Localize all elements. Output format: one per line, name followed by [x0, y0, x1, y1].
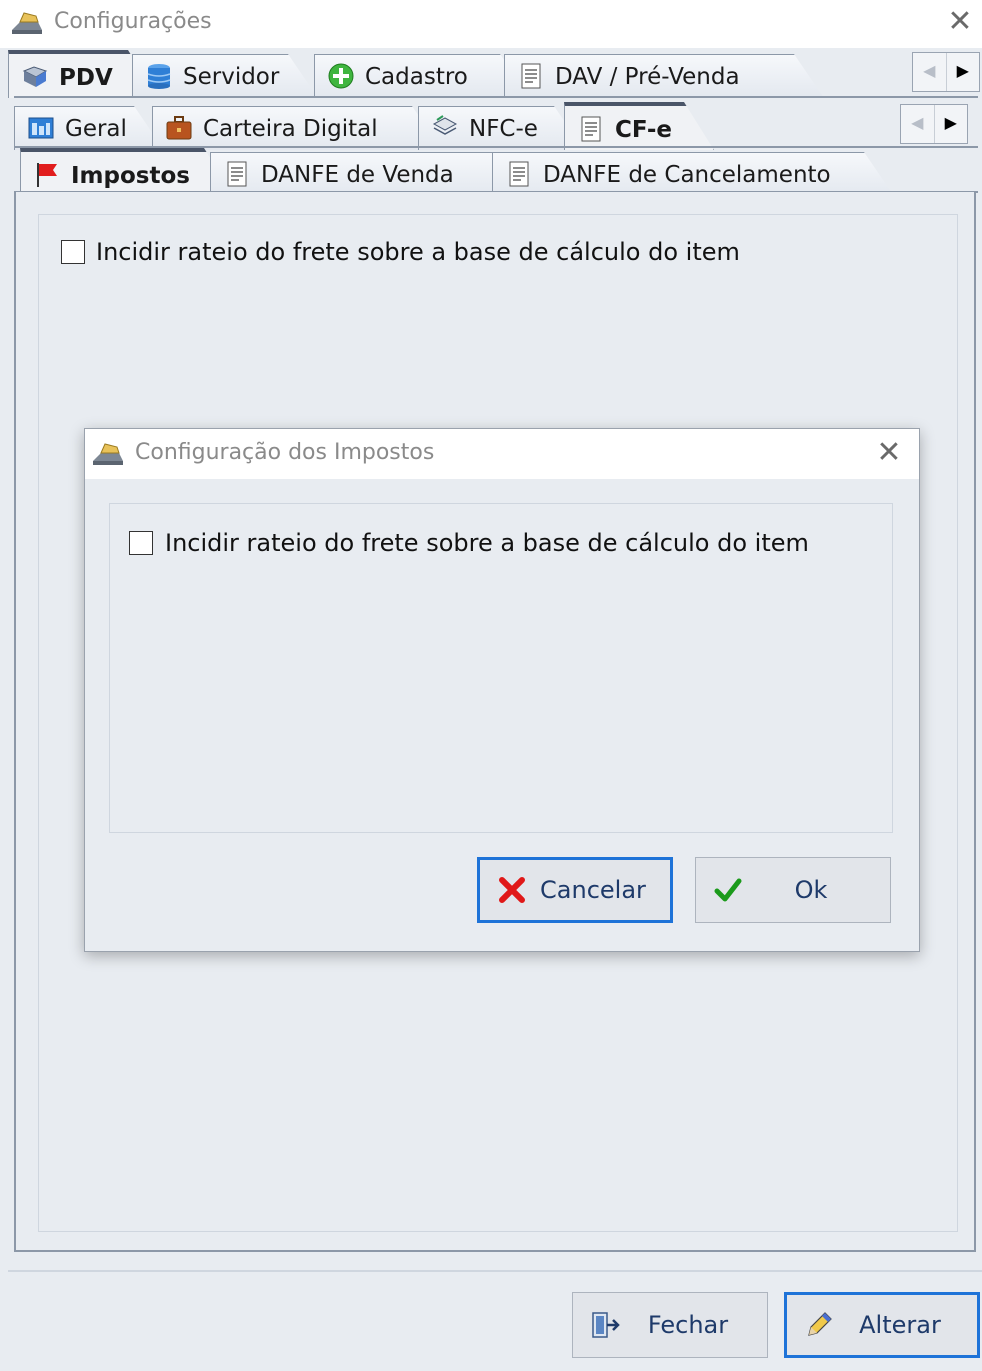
pdv-icon	[21, 63, 49, 91]
tab-row-pdv: Geral Carteira Digital NFC-e CF-e	[8, 102, 908, 150]
printer-icon	[93, 443, 123, 465]
tab-geral-label: Geral	[65, 116, 127, 142]
document-icon	[223, 160, 251, 188]
tab-row-pdv-scroll[interactable]: ◀ ▶	[900, 104, 968, 144]
ok-button[interactable]: Ok	[695, 857, 891, 923]
frete-rateio-label: Incidir rateio do frete sobre a base de …	[96, 238, 740, 266]
footer-divider	[8, 1270, 982, 1272]
scroll-right-icon[interactable]: ▶	[947, 53, 980, 91]
scroll-left-icon[interactable]: ◀	[913, 53, 947, 91]
document-icon	[577, 115, 605, 143]
close-button[interactable]: Fechar	[572, 1292, 768, 1358]
close-icon[interactable]: ✕	[946, 7, 974, 37]
tab-nfce-label: NFC-e	[469, 116, 538, 142]
dialog-frete-rateio-label: Incidir rateio do frete sobre a base de …	[165, 529, 809, 557]
settings-window-icon	[27, 114, 55, 142]
tab-carteira-label: Carteira Digital	[203, 116, 378, 142]
tab-row-divider	[14, 96, 978, 98]
scroll-right-icon[interactable]: ▶	[935, 105, 968, 143]
impostos-dialog: Configuração dos Impostos ✕ Incidir rate…	[84, 428, 920, 952]
document-icon	[517, 62, 545, 90]
tab-danfe-venda-label: DANFE de Venda	[261, 162, 454, 188]
tab-pdv-label: PDV	[59, 65, 113, 91]
edit-button[interactable]: Alterar	[784, 1292, 980, 1358]
tab-servidor[interactable]: Servidor	[132, 54, 318, 98]
window-titlebar: Configurações ✕	[0, 0, 982, 48]
plus-circle-icon	[327, 62, 355, 90]
tab-danfe-cancelamento[interactable]: DANFE de Cancelamento	[492, 152, 894, 196]
tab-dav-pre-venda[interactable]: DAV / Pré-Venda	[504, 54, 824, 98]
tab-cfe-label: CF-e	[615, 117, 673, 143]
tab-danfe-venda[interactable]: DANFE de Venda	[210, 152, 528, 196]
tab-carteira-digital[interactable]: Carteira Digital	[152, 106, 442, 150]
printer-icon	[12, 12, 42, 34]
document-icon	[505, 160, 533, 188]
edit-button-label: Alterar	[859, 1311, 941, 1339]
red-flag-icon	[33, 161, 61, 189]
scroll-left-icon[interactable]: ◀	[901, 105, 935, 143]
pencil-icon	[808, 1312, 832, 1336]
tab-geral[interactable]: Geral	[14, 106, 164, 150]
dialog-close-icon[interactable]: ✕	[875, 438, 903, 468]
tab-row-cfe: Impostos DANFE de Venda DANFE de Cancela…	[8, 148, 908, 196]
red-x-icon	[499, 877, 525, 903]
dialog-titlebar: Configuração dos Impostos ✕	[85, 429, 919, 479]
tab-servidor-label: Servidor	[183, 64, 280, 90]
dialog-title: Configuração dos Impostos	[135, 440, 435, 465]
window-title: Configurações	[54, 9, 212, 34]
tab-row-main: PDV Servidor Cadastro DAV / Pré-Venda	[8, 50, 908, 98]
ok-button-label: Ok	[794, 876, 828, 904]
tab-danfe-cancelamento-label: DANFE de Cancelamento	[543, 162, 831, 188]
tab-row-main-scroll[interactable]: ◀ ▶	[912, 52, 980, 92]
tab-dav-label: DAV / Pré-Venda	[555, 64, 740, 90]
nfce-icon	[431, 114, 459, 142]
tab-cadastro[interactable]: Cadastro	[314, 54, 530, 98]
tab-nfce[interactable]: NFC-e	[418, 106, 584, 150]
tab-cfe[interactable]: CF-e	[564, 102, 714, 150]
exit-door-icon	[592, 1312, 620, 1338]
tab-cadastro-label: Cadastro	[365, 64, 468, 90]
briefcase-icon	[165, 114, 193, 142]
check-icon	[714, 878, 742, 902]
tab-impostos[interactable]: Impostos	[20, 148, 234, 196]
cancel-button[interactable]: Cancelar	[477, 857, 673, 923]
close-button-label: Fechar	[647, 1311, 729, 1339]
frete-rateio-checkbox[interactable]	[61, 240, 85, 264]
dialog-frete-rateio-checkbox[interactable]	[129, 531, 153, 555]
database-icon	[145, 62, 173, 90]
tab-impostos-label: Impostos	[71, 163, 190, 189]
cancel-button-label: Cancelar	[540, 876, 646, 904]
